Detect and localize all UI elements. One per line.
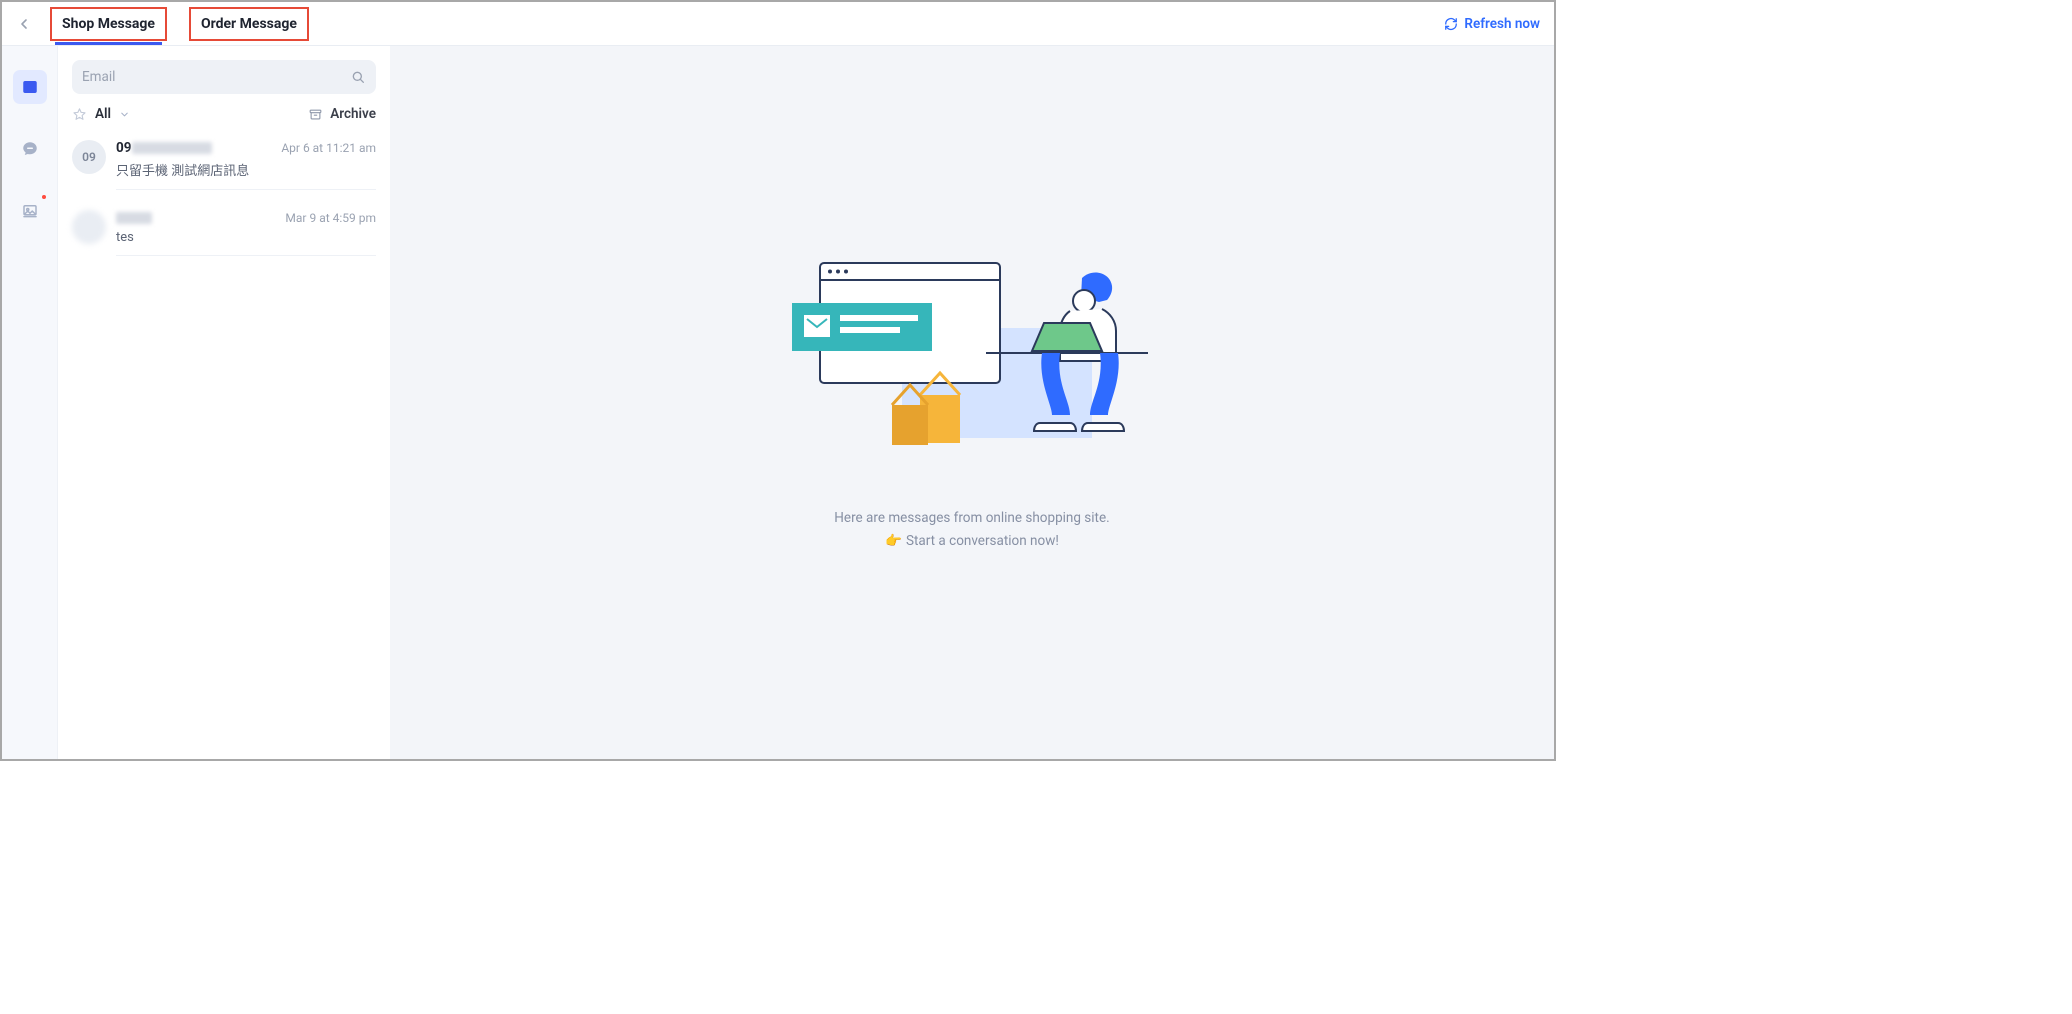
chevron-left-icon (16, 16, 32, 32)
filter-dropdown[interactable]: All (72, 106, 130, 122)
refresh-icon (1444, 17, 1458, 31)
threads-list: 09 09 Apr 6 at 11:21 am 只留手機 測試網店訊息 Mar … (58, 130, 390, 759)
refresh-label: Refresh now (1464, 16, 1540, 32)
filter-label: All (95, 106, 111, 122)
sender-name: 09 (116, 140, 212, 156)
filter-row: All Archive (58, 104, 390, 130)
search-icon (350, 69, 366, 85)
tab-shop-message[interactable]: Shop Message (50, 7, 167, 41)
avatar (72, 210, 106, 244)
chevron-down-icon (119, 109, 130, 120)
tab-label: Shop Message (62, 16, 155, 32)
back-button[interactable] (8, 8, 40, 40)
tab-label: Order Message (201, 16, 297, 32)
message-preview: tes (116, 230, 376, 245)
timestamp: Apr 6 at 11:21 am (281, 141, 376, 155)
empty-line-1: Here are messages from online shopping s… (834, 507, 1109, 530)
search-input-wrapper[interactable] (72, 60, 376, 94)
star-icon (72, 107, 87, 122)
refresh-button[interactable]: Refresh now (1444, 16, 1540, 32)
empty-line-2: 👉Start a conversation now! (834, 530, 1109, 553)
tab-order-message[interactable]: Order Message (189, 7, 309, 41)
image-icon (21, 202, 39, 220)
rail-item-media[interactable] (13, 194, 47, 228)
archive-icon (308, 107, 323, 122)
empty-state-text: Here are messages from online shopping s… (834, 507, 1109, 553)
conversation-item[interactable]: 09 09 Apr 6 at 11:21 am 只留手機 測試網店訊息 (58, 130, 390, 200)
redacted-text (116, 212, 152, 224)
empty-illustration (782, 253, 1162, 473)
sender-name (116, 210, 152, 226)
avatar: 09 (72, 140, 106, 174)
topbar: Shop Message Order Message Refresh now (2, 2, 1554, 46)
point-right-icon: 👉 (885, 533, 902, 549)
rail-item-chat[interactable] (13, 132, 47, 166)
mail-icon (21, 78, 39, 96)
sidebar-rail (2, 46, 58, 759)
redacted-text (132, 142, 212, 154)
conversation-list-pane: All Archive 09 09 Apr 6 at 11:21 am 只留手機… (58, 46, 390, 759)
timestamp: Mar 9 at 4:59 pm (285, 211, 376, 225)
archive-button[interactable]: Archive (308, 106, 376, 122)
search-input[interactable] (82, 69, 350, 85)
badge-dot (40, 193, 48, 201)
archive-label: Archive (330, 106, 376, 122)
chat-icon (21, 140, 39, 158)
content-pane-empty: Here are messages from online shopping s… (390, 46, 1554, 759)
conversation-item[interactable]: Mar 9 at 4:59 pm tes (58, 200, 390, 266)
message-preview: 只留手機 測試網店訊息 (116, 160, 376, 179)
rail-item-mail[interactable] (13, 70, 47, 104)
